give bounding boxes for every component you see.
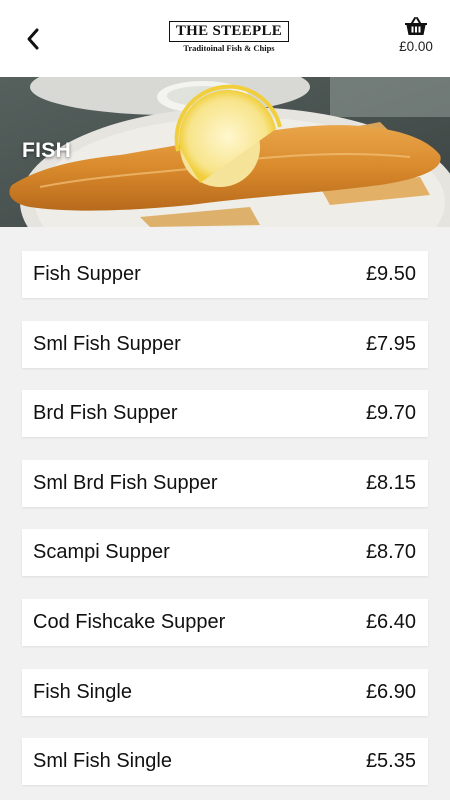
menu-item[interactable]: Sml Fish Supper £7.95	[22, 320, 428, 368]
menu-item[interactable]: Sml Brd Fish Supper £8.15	[22, 459, 428, 507]
menu-item-price: £7.95	[365, 332, 416, 355]
menu-item[interactable]: Brd Fish Supper £9.70	[22, 390, 428, 438]
logo-subtitle: Traditoinal Fish & Chips	[183, 43, 275, 53]
menu-item-name: Sml Brd Fish Supper	[33, 471, 218, 494]
app-header: THE STEEPLE Traditoinal Fish & Chips £0.…	[0, 0, 450, 77]
menu-item-price: £6.40	[365, 610, 416, 633]
menu-item-name: Brd Fish Supper	[33, 402, 178, 425]
menu-item-name: Sml Fish Supper	[33, 332, 181, 355]
menu-item-name: Cod Fishcake Supper	[33, 610, 226, 633]
menu-item-price: £8.70	[365, 541, 416, 564]
restaurant-logo[interactable]: THE STEEPLE Traditoinal Fish & Chips	[169, 21, 289, 57]
menu-item-name: Fish Supper	[33, 263, 141, 285]
menu-item[interactable]: Cod Fishcake Supper £6.40	[22, 598, 428, 646]
menu-item-price: £9.70	[365, 402, 416, 425]
menu-item-name: Sml Fish Single	[33, 750, 172, 773]
menu-item[interactable]: Fish Supper £9.50	[22, 251, 428, 298]
logo-title: THE STEEPLE	[169, 21, 289, 42]
cart-button[interactable]: £0.00	[396, 16, 436, 60]
menu-item[interactable]: Sml Fish Single £5.35	[22, 738, 428, 786]
category-title: FISH	[22, 139, 72, 162]
cart-total: £0.00	[399, 39, 433, 54]
menu-list: Fish Supper £9.50 Sml Fish Supper £7.95 …	[22, 251, 428, 800]
menu-item-name: Fish Single	[33, 680, 132, 703]
menu-item-price: £5.35	[365, 750, 416, 773]
menu-item-price: £6.90	[365, 680, 416, 703]
menu-item-price: £9.50	[365, 263, 416, 285]
menu-item-price: £8.15	[365, 471, 416, 494]
basket-icon	[405, 17, 427, 35]
category-banner: FISH	[0, 77, 450, 227]
chevron-left-icon	[27, 28, 39, 50]
menu-item[interactable]: Scampi Supper £8.70	[22, 529, 428, 577]
menu-item-name: Scampi Supper	[33, 541, 170, 564]
menu-item[interactable]: Fish Single £6.90	[22, 668, 428, 716]
back-button[interactable]	[18, 24, 48, 54]
